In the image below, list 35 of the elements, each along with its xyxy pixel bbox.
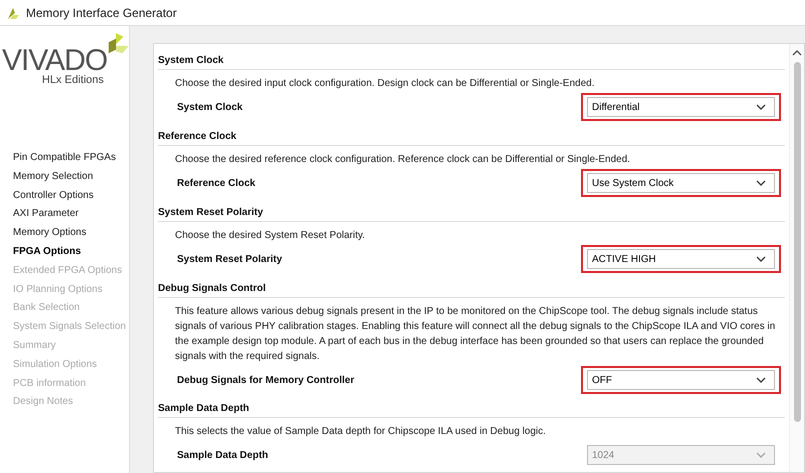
sidebar-item[interactable]: AXI Parameter (13, 205, 129, 224)
section-title: Sample Data Depth (158, 400, 785, 418)
dropdown[interactable]: Use System Clock (587, 173, 775, 193)
logo-icon (6, 6, 20, 20)
sidebar-item[interactable]: Memory Options (13, 224, 129, 243)
sidebar-item[interactable]: Pin Compatible FPGAs (13, 149, 129, 168)
section-title: System Clock (158, 52, 785, 70)
section-description: Choose the desired System Reset Polarity. (174, 229, 366, 243)
chevron-down-icon (756, 180, 766, 186)
sidebar-item[interactable]: FPGA Options (13, 242, 129, 262)
field-label: System Reset Polarity (177, 254, 282, 264)
dropdown[interactable]: Differential (587, 97, 775, 117)
chevron-down-icon (756, 452, 766, 458)
section-description: Choose the desired reference clock configuration. Reference clock can be Differential or Single-Ended. (174, 153, 632, 167)
section-description: This feature allows various debug signals present in the IP to be monitored on the ChipScope tool. The debug signals include status signals of various PHY calibration stages. Enabling this feature will connect all the debug signals to the ChipScope ILA and VIO cores in the example design top module. A part of each bus in the debug interface has been grounded so that users can replace the grounded signals with the required signals. (174, 305, 776, 364)
field-label: Sample Data Depth (177, 450, 268, 460)
field-label: System Clock (177, 102, 243, 112)
sidebar-item[interactable]: Memory Selection (13, 168, 129, 187)
scroll-up-icon[interactable] (792, 50, 802, 56)
dropdown[interactable]: OFF (587, 370, 775, 390)
chevron-down-icon (756, 104, 766, 110)
section-description: This selects the value of Sample Data depth for Chipscope ILA used in Debug logic. (174, 425, 547, 439)
scrollbar[interactable] (789, 44, 804, 472)
window-title: Memory Interface Generator (26, 6, 177, 20)
section-title: Debug Signals Control (158, 280, 785, 298)
section-description: Choose the desired input clock configuration. Design clock can be Differential or Single-Ended. (174, 77, 596, 91)
section-title: Reference Clock (158, 128, 785, 146)
section-title: System Reset Polarity (158, 204, 785, 222)
chevron-down-icon (756, 256, 766, 262)
logo-subtitle: HLx Editions (42, 74, 105, 86)
field-label: Reference Clock (177, 178, 256, 188)
field-label: Debug Signals for Memory Controller (177, 374, 354, 386)
chevron-down-icon (756, 377, 766, 383)
sidebar-item[interactable]: Controller Options (13, 186, 129, 206)
dropdown[interactable]: ACTIVE HIGH (587, 249, 775, 269)
